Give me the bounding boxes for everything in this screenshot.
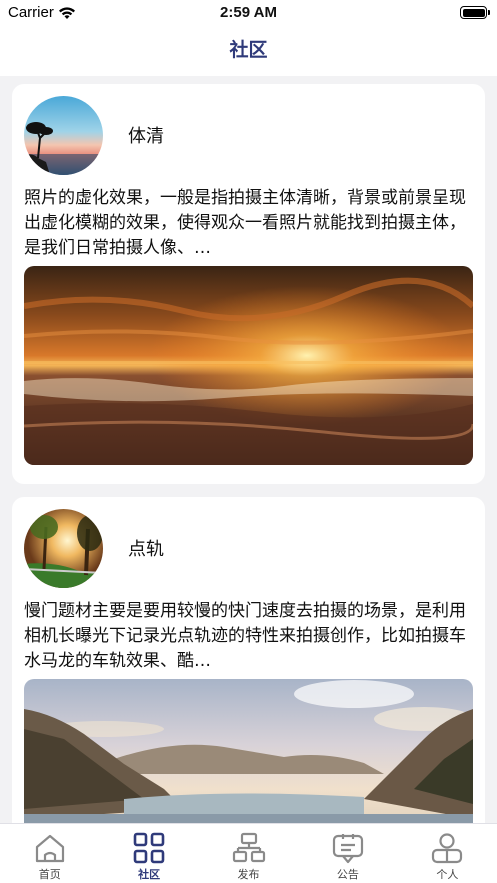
tab-community[interactable]: 社区 <box>99 824 198 883</box>
status-time: 2:59 AM <box>220 4 277 21</box>
post-image[interactable] <box>24 679 473 823</box>
home-icon <box>35 834 64 863</box>
tab-announcement[interactable]: 公告 <box>298 824 397 883</box>
avatar[interactable] <box>24 509 103 588</box>
post-username[interactable]: 点轨 <box>128 535 164 561</box>
grid-icon <box>133 832 165 864</box>
tab-label: 发布 <box>237 869 260 881</box>
tab-label: 社区 <box>138 869 161 881</box>
tab-bar: 首页 社区 发布 公告 个人 <box>0 823 497 883</box>
page-title: 社区 <box>229 39 268 61</box>
post-card[interactable]: 体清 照片的虚化效果，一般是指拍摄主体清晰，背景或前景呈现出虚化模糊的效果，使得… <box>12 84 485 484</box>
announcement-icon <box>332 834 364 864</box>
mountain-lake-image <box>24 679 473 823</box>
battery-icon <box>460 6 490 19</box>
tab-label: 首页 <box>38 869 61 881</box>
tab-label: 公告 <box>336 869 359 881</box>
community-feed[interactable]: 体清 照片的虚化效果，一般是指拍摄主体清晰，背景或前景呈现出虚化模糊的效果，使得… <box>0 76 497 823</box>
post-image[interactable] <box>24 266 473 465</box>
avatar-park-sunset-image <box>24 509 103 588</box>
avatar-sunset-tree-image <box>24 96 103 175</box>
post-text[interactable]: 照片的虚化效果，一般是指拍摄主体清晰，背景或前景呈现出虚化模糊的效果，使得观众一… <box>24 186 473 261</box>
post-card[interactable]: 点轨 慢门题材主要是要用较慢的快门速度去拍摄的场景，是利用相机长曝光下记录光点轨… <box>12 497 485 823</box>
tab-publish[interactable]: 发布 <box>199 824 298 883</box>
profile-icon <box>432 833 463 864</box>
status-bar: Carrier 2:59 AM <box>0 0 497 28</box>
navigation-bar: 社区 <box>0 28 497 76</box>
avatar[interactable] <box>24 96 103 175</box>
tab-home[interactable]: 首页 <box>0 824 99 883</box>
post-text[interactable]: 慢门题材主要是要用较慢的快门速度去拍摄的场景，是利用相机长曝光下记录光点轨迹的特… <box>24 599 473 674</box>
post-username[interactable]: 体清 <box>128 122 164 148</box>
tab-profile[interactable]: 个人 <box>398 824 497 883</box>
tab-label: 个人 <box>436 869 459 881</box>
sunset-beach-image <box>24 266 473 465</box>
publish-icon <box>232 832 265 863</box>
